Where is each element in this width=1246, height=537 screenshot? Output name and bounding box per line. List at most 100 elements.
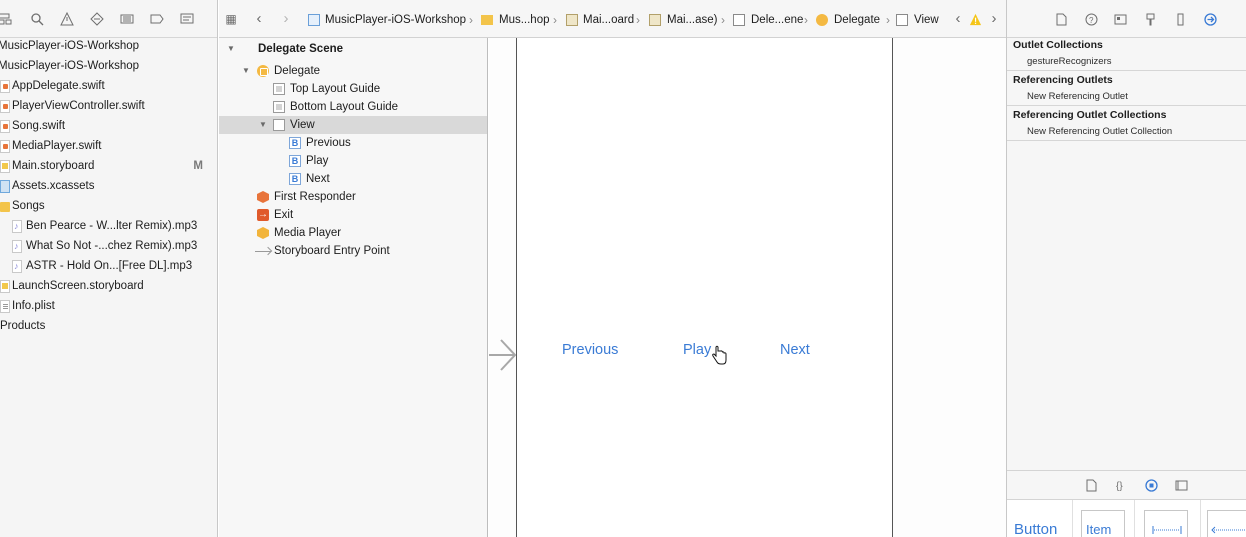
first-responder-icon xyxy=(257,191,269,203)
library-item-button[interactable]: Button xyxy=(1007,500,1073,537)
tree-item-mediaplayer[interactable]: MediaPlayer.swift xyxy=(0,136,217,156)
library-item-fixed-space[interactable] xyxy=(1135,500,1201,537)
inspector-pane: ? Outlet Collections gestureRecognizers … xyxy=(1006,0,1246,537)
next-button[interactable]: Next xyxy=(780,342,810,358)
tree-item-products[interactable]: Products xyxy=(0,316,217,336)
view-icon xyxy=(273,119,285,131)
code-snippet-icon[interactable]: {} xyxy=(1115,479,1128,492)
media-library-icon[interactable] xyxy=(1175,479,1188,492)
object-library-icon[interactable] xyxy=(1145,479,1158,492)
swift-file-icon xyxy=(0,120,10,133)
entry-point-arrow-icon xyxy=(489,339,517,371)
size-inspector-icon[interactable] xyxy=(1174,13,1187,26)
flexible-space-icon xyxy=(1211,526,1246,534)
tree-item-song-file[interactable]: ASTR - Hold On...[Free DL].mp3 xyxy=(0,256,217,276)
jumpbar-item-base[interactable]: Mai...ase) xyxy=(667,0,718,37)
report-icon[interactable] xyxy=(180,12,194,26)
disclosure-triangle-icon[interactable]: ▼ xyxy=(227,40,235,58)
tree-item-label: MediaPlayer.swift xyxy=(12,140,102,152)
outline-item-next[interactable]: B Next xyxy=(219,170,487,188)
debug-gauge-icon[interactable] xyxy=(120,12,134,26)
outline-item-top-guide[interactable]: Top Layout Guide xyxy=(219,80,487,98)
tree-item-main-storyboard[interactable]: Main.storyboard M xyxy=(0,156,217,176)
previous-button[interactable]: Previous xyxy=(562,342,618,358)
warning-icon[interactable] xyxy=(967,10,983,28)
jumpbar-item-storyboard[interactable]: Mai...oard xyxy=(583,0,634,37)
document-outline: ▼ Delegate Scene ▼ Delegate Top Layout G… xyxy=(219,38,488,537)
disclosure-triangle-icon[interactable]: ▼ xyxy=(259,116,267,134)
view-controller-scene[interactable]: Previous Play Next xyxy=(516,38,893,537)
outline-item-view[interactable]: ▼ View xyxy=(219,116,487,134)
warning-icon[interactable] xyxy=(60,12,74,26)
jumpbar-item-project[interactable]: MusicPlayer-iOS-Workshop xyxy=(325,0,466,37)
outline-item-exit[interactable]: Exit xyxy=(219,206,487,224)
file-inspector-icon[interactable] xyxy=(1055,13,1068,26)
section-divider xyxy=(1007,70,1246,71)
tree-item-label: Song.swift xyxy=(12,120,66,132)
tree-item-infoplist[interactable]: Info.plist xyxy=(0,296,217,316)
test-diamond-icon[interactable] xyxy=(90,12,104,26)
outline-item-entry-point[interactable]: Storyboard Entry Point xyxy=(219,242,487,260)
tree-item-label: LaunchScreen.storyboard xyxy=(12,280,144,292)
help-icon[interactable]: ? xyxy=(1085,13,1098,26)
project-navigator: MusicPlayer-iOS-Workshop MusicPlayer-iOS… xyxy=(0,0,218,537)
inspector-tabs: ? xyxy=(1007,0,1246,38)
outline-item-media-player[interactable]: Media Player xyxy=(219,224,487,242)
previous-issue-icon[interactable]: ‹ xyxy=(950,10,966,28)
button-icon: B xyxy=(289,137,301,149)
file-template-icon[interactable] xyxy=(1085,479,1098,492)
jumpbar-item-group[interactable]: Mus...hop xyxy=(499,0,550,37)
tree-item-song-file[interactable]: Ben Pearce - W...lter Remix).mp3 xyxy=(0,216,217,236)
outline-item-bottom-guide[interactable]: Bottom Layout Guide xyxy=(219,98,487,116)
scene-icon xyxy=(733,14,745,26)
tree-item-appdelegate[interactable]: AppDelegate.swift xyxy=(0,76,217,96)
chevron-right-icon: › xyxy=(886,13,890,27)
outline-item-label: Next xyxy=(306,173,330,185)
outline-item-scene[interactable]: ▼ Delegate Scene xyxy=(219,40,487,58)
project-file-icon xyxy=(308,14,320,26)
attributes-inspector-icon[interactable] xyxy=(1144,13,1157,26)
storyboard-file-icon xyxy=(0,280,10,293)
folder-icon xyxy=(0,202,10,212)
exit-icon xyxy=(257,206,269,224)
tree-item-song[interactable]: Song.swift xyxy=(0,116,217,136)
outline-item-label: Delegate xyxy=(274,65,321,77)
outline-item-previous[interactable]: B Previous xyxy=(219,134,487,152)
tree-item-song-file[interactable]: What So Not -...chez Remix).mp3 xyxy=(0,236,217,256)
new-referencing-outlet-collection[interactable]: New Referencing Outlet Collection xyxy=(1027,126,1172,137)
identity-inspector-icon[interactable] xyxy=(1114,13,1127,26)
jumpbar-item-view[interactable]: View xyxy=(914,0,939,37)
related-items-icon[interactable]: ▦ xyxy=(223,10,239,28)
outline-item-delegate[interactable]: ▼ Delegate xyxy=(219,62,487,80)
outline-item-first-responder[interactable]: First Responder xyxy=(219,188,487,206)
forward-arrow-icon[interactable]: › xyxy=(278,10,294,28)
search-icon[interactable] xyxy=(30,12,44,26)
next-issue-icon[interactable]: › xyxy=(986,10,1002,28)
outline-item-play[interactable]: B Play xyxy=(219,152,487,170)
svg-text:{}: {} xyxy=(1116,481,1123,492)
new-referencing-outlet[interactable]: New Referencing Outlet xyxy=(1027,91,1128,102)
tree-item-launchscreen[interactable]: LaunchScreen.storyboard xyxy=(0,276,217,296)
button-icon: B xyxy=(289,155,301,167)
breakpoint-icon[interactable] xyxy=(150,12,164,26)
play-button[interactable]: Play xyxy=(683,342,711,358)
entry-point-arrow-icon xyxy=(255,251,271,252)
library-item-bar-item[interactable]: Item xyxy=(1073,500,1135,537)
hierarchy-icon[interactable] xyxy=(0,12,12,26)
section-divider xyxy=(1007,140,1246,141)
tree-item-playerviewcontroller[interactable]: PlayerViewController.swift xyxy=(0,96,217,116)
tree-item-group[interactable]: MusicPlayer-iOS-Workshop xyxy=(0,56,217,76)
swift-file-icon xyxy=(0,80,10,93)
tree-item-songs-folder[interactable]: Songs xyxy=(0,196,217,216)
disclosure-triangle-icon[interactable]: ▼ xyxy=(242,62,250,80)
jumpbar-item-scene[interactable]: Dele...ene xyxy=(751,0,803,37)
back-arrow-icon[interactable]: ‹ xyxy=(251,10,267,28)
tree-item-assets[interactable]: Assets.xcassets xyxy=(0,176,217,196)
jumpbar-item-delegate[interactable]: Delegate xyxy=(834,0,880,37)
storyboard-canvas[interactable]: Previous Play Next xyxy=(489,38,1006,537)
jump-bar: ▦ ‹ › MusicPlayer-iOS-Workshop › Mus...h… xyxy=(219,0,1006,38)
connections-inspector-icon[interactable] xyxy=(1204,13,1217,26)
library-item-flexible-space[interactable] xyxy=(1201,500,1246,537)
tree-item-project[interactable]: MusicPlayer-iOS-Workshop xyxy=(0,36,217,56)
outlet-gesture-recognizers[interactable]: gestureRecognizers xyxy=(1027,56,1112,67)
